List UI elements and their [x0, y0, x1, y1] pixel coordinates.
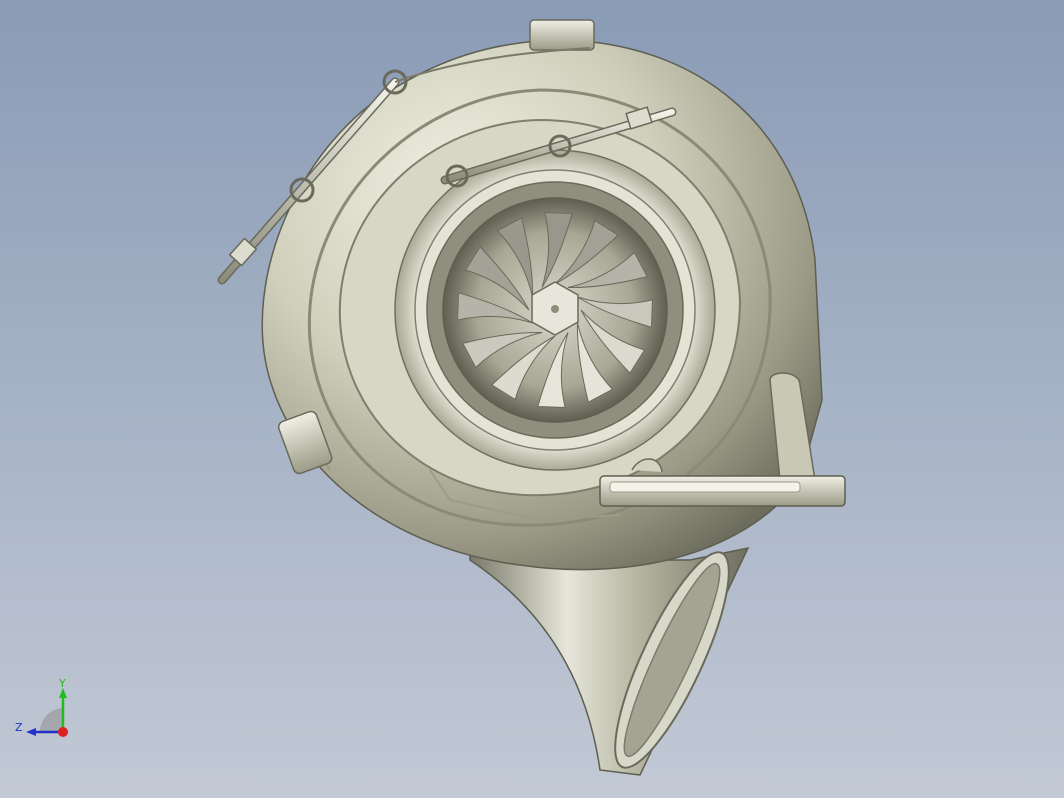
z-axis-head-icon: [26, 728, 36, 736]
3d-viewport[interactable]: Y Z: [0, 0, 1064, 798]
axis-triad: Y Z: [15, 677, 68, 737]
x-axis-dot-icon: [58, 727, 68, 737]
z-axis-label: Z: [15, 721, 23, 734]
y-axis-label: Y: [58, 677, 66, 690]
turbocharger-model[interactable]: [0, 0, 1064, 798]
